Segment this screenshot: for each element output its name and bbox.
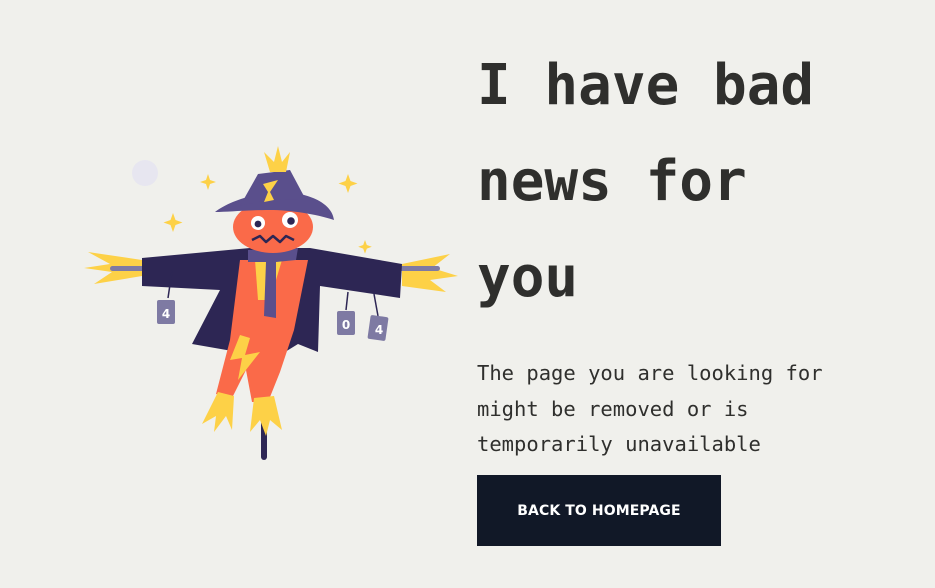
straw-hat [264,146,290,172]
straw-right [402,254,458,292]
sparkle-icon [200,174,216,190]
back-to-homepage-button[interactable]: BACK TO HOMEPAGE [477,475,721,546]
can-label-3: 4 [375,323,383,337]
page-title: I have bad news for you [477,38,917,326]
page-title-line-1: I have bad [477,53,815,118]
sparkle-icon [163,213,183,232]
moon-shape [132,160,158,186]
page-title-line-2: news for [477,149,747,214]
can-label-1: 4 [162,307,170,321]
sparkle-icon [338,174,358,193]
error-content: I have bad news for you The page you are… [477,38,917,463]
scarecrow-illustration: 4 0 4 [80,140,470,470]
page-title-line-3: you [477,245,579,310]
straw-feet [202,392,282,436]
can-label-2: 0 [342,318,350,332]
sparkle-icon [358,240,372,254]
error-message: The page you are looking for might be re… [477,361,823,456]
